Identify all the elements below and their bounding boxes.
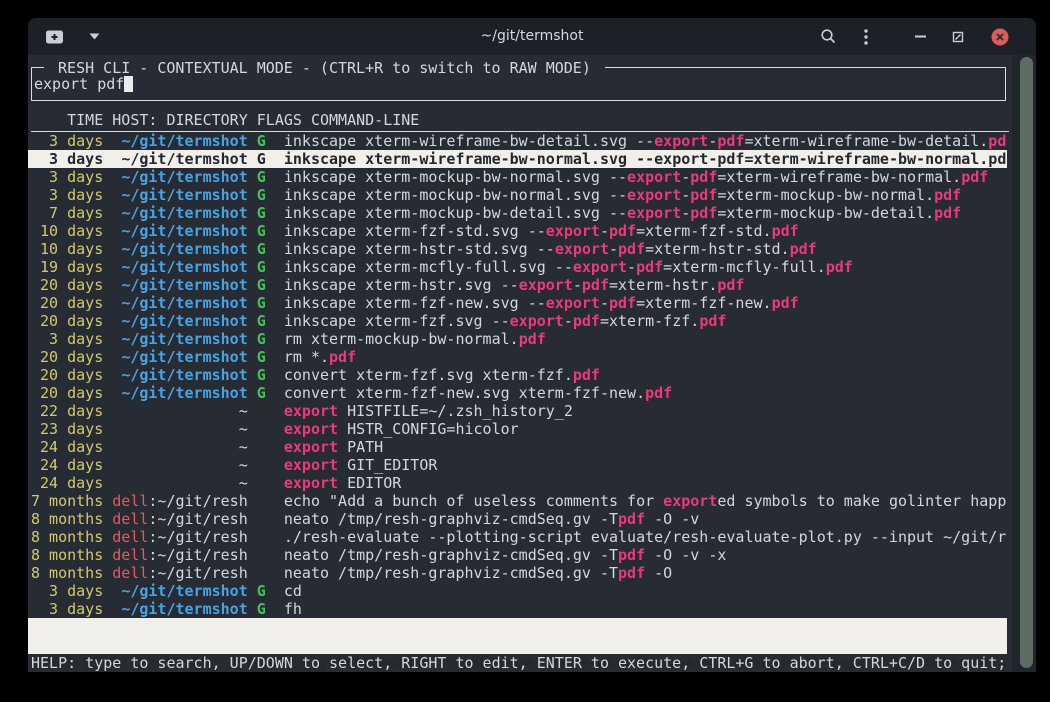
scrollbar-thumb[interactable] [1020,57,1033,668]
minimize-icon [915,35,926,38]
history-row[interactable]: 20 days ~/git/termshot G convert xterm-f… [28,366,1007,384]
search-query-text: export pdf [34,75,124,93]
scrollbar-track[interactable] [1012,55,1036,672]
history-row[interactable]: 3 days ~/git/termshot G cd [28,582,1007,600]
history-row[interactable]: 20 days ~/git/termshot G inkscape xterm-… [28,294,1007,312]
history-row[interactable]: 8 months dell:~/git/resh neato /tmp/resh… [28,546,1007,564]
history-row[interactable]: 7 months dell:~/git/resh echo "Add a bun… [28,492,1007,510]
search-icon [820,28,837,45]
kebab-menu-icon [864,29,868,45]
history-row[interactable]: 20 days ~/git/termshot G inkscape xterm-… [28,312,1007,330]
search-input[interactable]: export pdf [34,75,133,93]
history-row[interactable]: 7 days ~/git/termshot G inkscape xterm-m… [28,204,1007,222]
history-row[interactable]: 24 days ~ export GIT_EDITOR [28,456,1007,474]
search-box[interactable]: RESH CLI - CONTEXTUAL MODE - (CTRL+R to … [31,67,1006,101]
history-row[interactable]: 8 months dell:~/git/resh neato /tmp/resh… [28,564,1007,582]
history-row[interactable]: 8 months dell:~/git/resh ./resh-evaluate… [28,528,1007,546]
titlebar[interactable]: ~/git/termshot [28,18,1036,56]
history-row[interactable]: 19 days ~/git/termshot G inkscape xterm-… [28,258,1007,276]
table-header: TIME HOST: DIRECTORY FLAGS COMMAND-LINE [31,111,1009,132]
minimize-button[interactable] [908,25,932,49]
close-icon [991,28,1009,46]
desktop-background: ~/git/termshot [0,0,1050,702]
history-row[interactable]: 10 days ~/git/termshot G inkscape xterm-… [28,240,1007,258]
history-row-selected[interactable]: 3 days ~/git/termshot G inkscape xterm-w… [28,150,1007,168]
history-row[interactable]: 24 days ~ export EDITOR [28,474,1007,492]
history-row[interactable]: 3 days ~/git/termshot G fh [28,600,1007,618]
history-row[interactable]: 23 days ~ export HSTR_CONFIG=hicolor [28,420,1007,438]
menu-button[interactable] [854,25,878,49]
history-rows: 3 days ~/git/termshot G inkscape xterm-w… [28,132,1007,618]
history-row[interactable]: 22 days ~ export HISTFILE=~/.zsh_history… [28,402,1007,420]
help-bar: HELP: type to search, UP/DOWN to select,… [31,654,1009,672]
history-row[interactable]: 3 days ~/git/termshot G inkscape xterm-m… [28,168,1007,186]
restore-button[interactable] [946,25,970,49]
terminal-window: ~/git/termshot [28,18,1036,672]
history-row[interactable]: 20 days ~/git/termshot G rm *.pdf [28,348,1007,366]
history-row[interactable]: 3 days ~/git/termshot G inkscape xterm-w… [28,132,1007,150]
search-button[interactable] [816,25,840,49]
history-row[interactable]: 24 days ~ export PATH [28,438,1007,456]
history-row[interactable]: 8 months dell:~/git/resh neato /tmp/resh… [28,510,1007,528]
text-cursor [124,76,133,92]
history-row[interactable]: 3 days ~/git/termshot G inkscape xterm-m… [28,186,1007,204]
history-row[interactable]: 20 days ~/git/termshot G convert xterm-f… [28,384,1007,402]
history-row[interactable]: 20 days ~/git/termshot G inkscape xterm-… [28,276,1007,294]
close-button[interactable] [988,25,1012,49]
restore-icon [952,31,964,43]
selected-entry-detail: 2020-05-07 17:17:28 tower:~/git/termshot… [28,618,1007,654]
history-row[interactable]: 10 days ~/git/termshot G inkscape xterm-… [28,222,1007,240]
history-row[interactable]: 3 days ~/git/termshot G rm xterm-mockup-… [28,330,1007,348]
terminal-screen[interactable]: RESH CLI - CONTEXTUAL MODE - (CTRL+R to … [28,55,1036,672]
